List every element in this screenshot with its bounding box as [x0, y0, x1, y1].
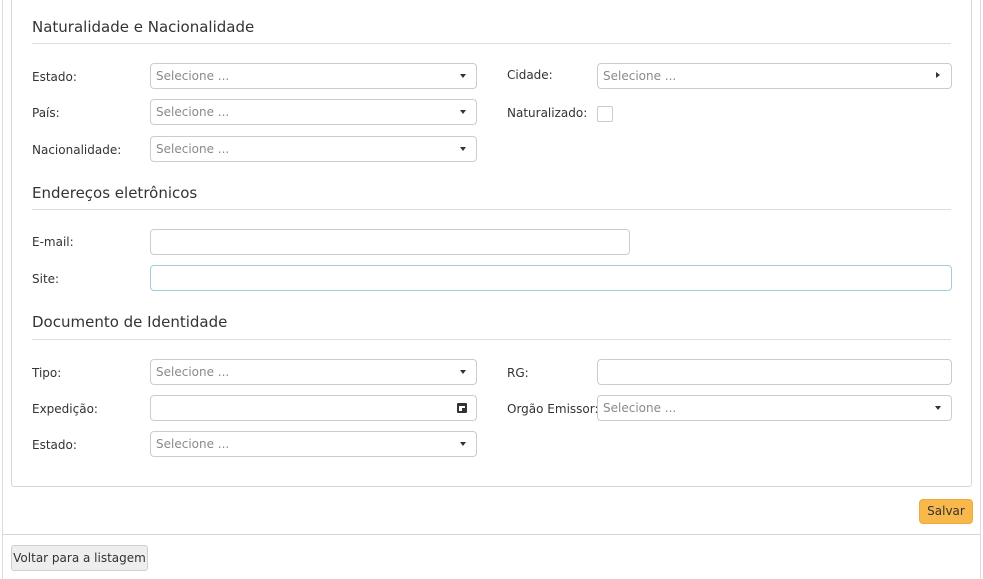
naturalizado-label: Naturalizado: — [507, 106, 588, 120]
save-button[interactable]: Salvar — [919, 499, 973, 524]
chevron-right-icon — [936, 72, 940, 78]
chevron-down-icon — [460, 442, 466, 446]
nacionalidade-label: Nacionalidade: — [32, 143, 122, 157]
chevron-down-icon — [460, 74, 466, 78]
email-input[interactable] — [150, 229, 630, 255]
pais-label: País: — [32, 106, 60, 120]
chevron-down-icon — [460, 147, 466, 151]
nacionalidade-select-placeholder: Selecione ... — [156, 142, 230, 156]
section-title-enderecos: Endereços eletrônicos — [32, 184, 198, 202]
page-border-right — [980, 0, 981, 579]
rg-label: RG: — [507, 366, 529, 380]
documento-estado-select-placeholder: Selecione ... — [156, 437, 230, 451]
site-label: Site: — [32, 272, 60, 286]
orgao-emissor-select-placeholder: Selecione ... — [603, 401, 677, 415]
form-page: Naturalidade e Nacionalidade Estado: Sel… — [0, 0, 983, 579]
tipo-label: Tipo: — [32, 366, 62, 380]
expedicao-label: Expedição: — [32, 402, 98, 416]
naturalizado-checkbox[interactable] — [597, 106, 613, 122]
estado-label: Estado: — [32, 70, 77, 84]
tipo-select-placeholder: Selecione ... — [156, 365, 230, 379]
chevron-down-icon — [935, 406, 941, 410]
expedicao-date-input[interactable] — [150, 395, 477, 421]
orgao-emissor-select[interactable]: Selecione ... — [597, 395, 952, 421]
pais-select[interactable]: Selecione ... — [150, 99, 477, 125]
estado-select[interactable]: Selecione ... — [150, 63, 477, 89]
estado-select-placeholder: Selecione ... — [156, 69, 230, 83]
nacionalidade-select[interactable]: Selecione ... — [150, 136, 477, 162]
rg-input[interactable] — [597, 359, 952, 385]
email-label: E-mail: — [32, 235, 74, 249]
section-title-documento: Documento de Identidade — [32, 313, 228, 331]
documento-estado-select[interactable]: Selecione ... — [150, 431, 477, 457]
cidade-label: Cidade: — [507, 68, 553, 82]
cidade-select-placeholder: Selecione ... — [603, 69, 677, 83]
section-divider — [32, 339, 951, 340]
footer-divider — [3, 534, 980, 535]
site-input[interactable] — [150, 265, 952, 291]
section-divider — [32, 209, 951, 210]
cidade-select[interactable]: Selecione ... — [597, 63, 952, 89]
back-to-list-button[interactable]: Voltar para a listagem — [11, 545, 148, 571]
chevron-down-icon — [460, 110, 466, 114]
pais-select-placeholder: Selecione ... — [156, 105, 230, 119]
calendar-icon[interactable] — [457, 403, 467, 413]
orgao-emissor-label: Orgão Emissor: — [507, 402, 599, 416]
section-title-naturalidade: Naturalidade e Nacionalidade — [32, 18, 255, 36]
section-divider — [32, 43, 951, 44]
chevron-down-icon — [460, 370, 466, 374]
documento-estado-label: Estado: — [32, 438, 77, 452]
tipo-select[interactable]: Selecione ... — [150, 359, 477, 385]
page-border-left — [2, 0, 3, 579]
